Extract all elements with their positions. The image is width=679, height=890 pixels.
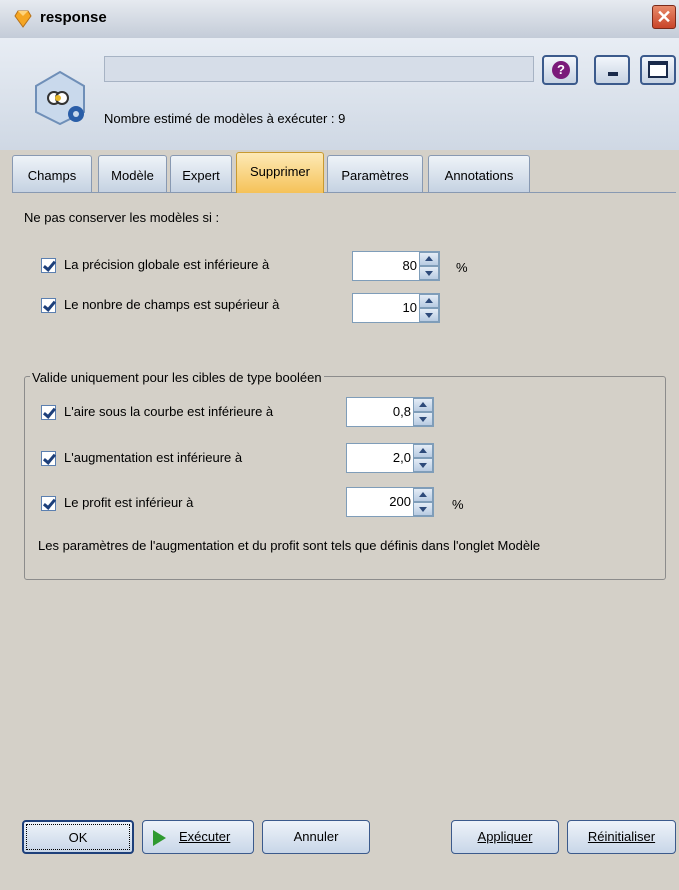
spin-down-icon[interactable] bbox=[419, 308, 439, 322]
model-count-text: Nombre estimé de modèles à exécuter : 9 bbox=[104, 111, 346, 126]
tab-parametres[interactable]: Paramètres bbox=[327, 155, 423, 192]
apply-button[interactable]: Appliquer bbox=[451, 820, 559, 854]
ok-button[interactable]: OK bbox=[22, 820, 134, 854]
profit-value: 200 bbox=[389, 494, 411, 509]
spin-down-icon[interactable] bbox=[419, 266, 439, 280]
lift-label: L'augmentation est inférieure à bbox=[64, 450, 243, 465]
lift-profit-note: Les paramètres de l'augmentation et du p… bbox=[38, 538, 541, 553]
auc-label: L'aire sous la courbe est inférieure à bbox=[64, 404, 274, 419]
diamond-app-icon bbox=[14, 10, 32, 28]
execute-button[interactable]: Exécuter bbox=[142, 820, 254, 854]
node-name-input[interactable] bbox=[104, 56, 534, 82]
tab-supprimer[interactable]: Supprimer bbox=[236, 152, 324, 193]
node-header: ? Nombre estimé de modèles à exécuter : … bbox=[0, 38, 679, 150]
profit-unit: % bbox=[452, 497, 464, 512]
maximize-button[interactable] bbox=[640, 55, 676, 85]
fields-value: 10 bbox=[402, 300, 417, 315]
window-title: response bbox=[40, 9, 107, 26]
play-icon bbox=[153, 830, 166, 846]
profit-spinner[interactable]: 200 bbox=[346, 487, 434, 517]
close-button[interactable]: ✕ bbox=[652, 5, 676, 29]
group-title: Valide uniquement pour les cibles de typ… bbox=[30, 370, 324, 385]
lift-checkbox[interactable] bbox=[41, 451, 56, 466]
auc-spinner[interactable]: 0,8 bbox=[346, 397, 434, 427]
spin-up-icon[interactable] bbox=[413, 488, 433, 502]
tab-modele[interactable]: Modèle bbox=[98, 155, 167, 192]
reset-label: Réinitialiser bbox=[587, 829, 656, 844]
spin-up-icon[interactable] bbox=[413, 444, 433, 458]
discard-heading: Ne pas conserver les modèles si : bbox=[24, 210, 220, 225]
model-node-icon bbox=[35, 70, 85, 126]
profit-label: Le profit est inférieur à bbox=[64, 495, 194, 510]
help-button[interactable]: ? bbox=[542, 55, 578, 85]
profit-checkbox[interactable] bbox=[41, 496, 56, 511]
precision-label: La précision globale est inférieure à bbox=[64, 257, 270, 272]
spin-down-icon[interactable] bbox=[413, 412, 433, 426]
reset-button[interactable]: Réinitialiser bbox=[567, 820, 676, 854]
minimize-button[interactable] bbox=[594, 55, 630, 85]
precision-checkbox[interactable] bbox=[41, 258, 56, 273]
auc-checkbox[interactable] bbox=[41, 405, 56, 420]
auc-value: 0,8 bbox=[392, 404, 411, 419]
spin-down-icon[interactable] bbox=[413, 458, 433, 472]
lift-value: 2,0 bbox=[392, 450, 411, 465]
fields-checkbox[interactable] bbox=[41, 298, 56, 313]
precision-spinner[interactable]: 80 bbox=[352, 251, 440, 281]
execute-label: Exécuter bbox=[179, 829, 231, 844]
help-icon: ? bbox=[552, 61, 570, 79]
tab-annotations[interactable]: Annotations bbox=[428, 155, 530, 192]
cancel-button[interactable]: Annuler bbox=[262, 820, 370, 854]
spin-up-icon[interactable] bbox=[419, 294, 439, 308]
lift-spinner[interactable]: 2,0 bbox=[346, 443, 434, 473]
spin-down-icon[interactable] bbox=[413, 502, 433, 516]
precision-value: 80 bbox=[402, 258, 417, 273]
tab-champs[interactable]: Champs bbox=[12, 155, 92, 192]
spin-up-icon[interactable] bbox=[413, 398, 433, 412]
fields-label: Le nonbre de champs est supérieur à bbox=[64, 297, 280, 312]
fields-spinner[interactable]: 10 bbox=[352, 293, 440, 323]
tab-expert[interactable]: Expert bbox=[170, 155, 232, 192]
title-bar: response ✕ bbox=[0, 0, 679, 39]
apply-label: Appliquer bbox=[477, 829, 533, 844]
spin-up-icon[interactable] bbox=[419, 252, 439, 266]
precision-unit: % bbox=[456, 260, 468, 275]
